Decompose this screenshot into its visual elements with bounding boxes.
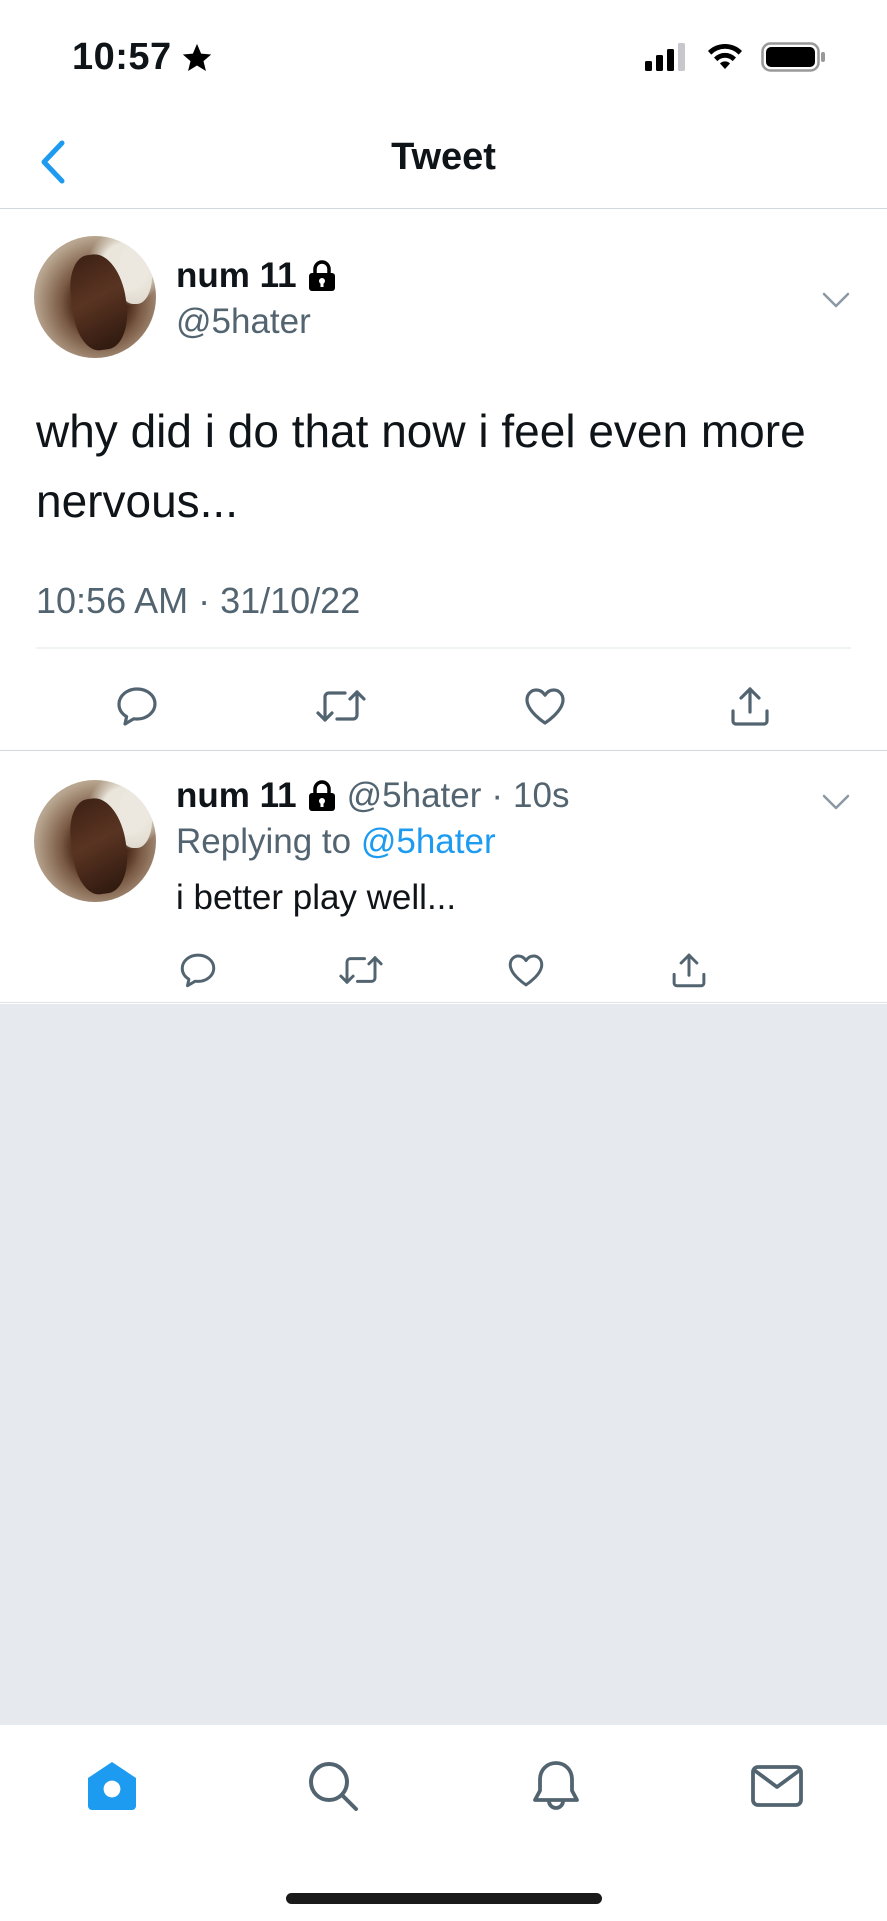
retweet-icon — [339, 956, 383, 984]
like-button[interactable] — [496, 940, 556, 1000]
reply-icon — [180, 953, 216, 988]
author-handle[interactable]: @5hater — [347, 776, 482, 816]
battery-icon — [761, 42, 825, 72]
page-title: Tweet — [391, 136, 496, 178]
replying-to: Replying to @5hater — [176, 822, 496, 862]
empty-timeline-area — [0, 1004, 887, 1724]
chevron-down-icon[interactable] — [821, 792, 851, 812]
retweet-icon — [316, 690, 366, 722]
tweet-actions — [0, 676, 887, 736]
bell-icon — [533, 1761, 579, 1810]
reply-tweet[interactable]: num 11 @5hater · 10s Replying to @5hater… — [0, 752, 887, 1003]
like-button[interactable] — [515, 676, 575, 736]
chevron-down-icon[interactable] — [821, 290, 851, 310]
nav-bar: Tweet — [0, 118, 887, 209]
tab-home[interactable] — [77, 1751, 147, 1821]
heart-icon — [525, 688, 565, 725]
reply-text: i better play well... — [176, 878, 457, 917]
location-star-icon — [182, 43, 211, 71]
avatar[interactable] — [34, 780, 156, 902]
share-icon — [731, 687, 769, 726]
replying-to-prefix: Replying to — [176, 822, 352, 861]
reply-actions — [0, 940, 887, 1000]
share-icon — [672, 953, 706, 988]
home-icon — [88, 1762, 136, 1810]
divider — [36, 647, 851, 649]
reply-button[interactable] — [168, 940, 228, 1000]
avatar[interactable] — [34, 236, 156, 358]
main-tweet[interactable]: num 11 @5hater why did i do that now i f… — [0, 210, 887, 751]
reply-button[interactable] — [107, 676, 167, 736]
retweet-button[interactable] — [331, 940, 391, 1000]
replying-to-mention[interactable]: @5hater — [361, 822, 496, 861]
lock-icon — [308, 260, 335, 291]
status-time: 10:57 — [72, 36, 214, 79]
share-button[interactable] — [720, 676, 780, 736]
status-time-text: 10:57 — [72, 36, 172, 78]
cellular-signal-icon — [645, 43, 685, 71]
tab-messages[interactable] — [742, 1751, 812, 1821]
tab-search[interactable] — [298, 1751, 368, 1821]
status-icons — [645, 42, 827, 72]
reply-time: 10s — [513, 776, 570, 815]
author-name-text: num 11 — [176, 256, 297, 295]
share-button[interactable] — [659, 940, 719, 1000]
lock-icon — [308, 780, 335, 811]
tweet-text: why did i do that now i feel even more n… — [36, 405, 806, 527]
retweet-button[interactable] — [311, 676, 371, 736]
author-name[interactable]: num 11 — [176, 776, 297, 816]
author-handle[interactable]: @5hater — [176, 302, 311, 342]
reply-icon — [117, 687, 157, 726]
tweet-timestamp[interactable]: 10:56 AM · 31/10/22 — [36, 580, 360, 622]
heart-icon — [508, 954, 544, 987]
tab-notifications[interactable] — [521, 1751, 591, 1821]
separator: · — [491, 776, 504, 815]
wifi-icon — [708, 43, 742, 69]
home-indicator[interactable] — [286, 1893, 602, 1904]
search-icon — [309, 1762, 358, 1811]
status-bar: 10:57 — [0, 0, 887, 118]
reply-header: num 11 @5hater · 10s — [176, 776, 569, 816]
tab-bar — [0, 1724, 887, 1921]
mail-icon — [751, 1765, 803, 1807]
author-name[interactable]: num 11 — [176, 256, 337, 296]
